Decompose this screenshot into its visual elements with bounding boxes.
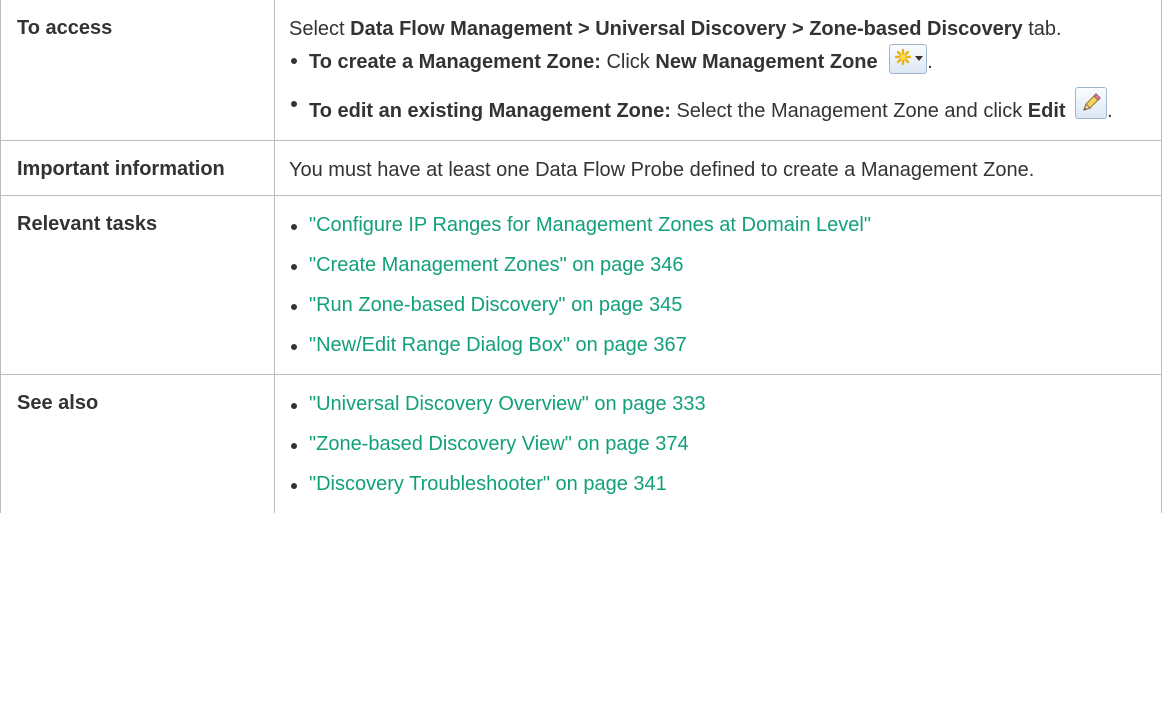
access-intro: Select Data Flow Management > Universal … — [289, 18, 1062, 40]
link-discovery-troubleshooter[interactable]: "Discovery Troubleshooter" on page 341 — [309, 473, 667, 495]
access-steps: To create a Management Zone: Click New M… — [289, 44, 1147, 126]
page: To access Select Data Flow Management > … — [0, 0, 1165, 713]
row-relevant-tasks: Relevant tasks "Configure IP Ranges for … — [0, 195, 1162, 375]
link-universal-discovery-overview[interactable]: "Universal Discovery Overview" on page 3… — [309, 393, 706, 415]
link-run-zone-based-discovery[interactable]: "Run Zone-based Discovery" on page 345 — [309, 294, 682, 316]
edit-label: Edit — [1027, 100, 1066, 122]
content-relevant-tasks: "Configure IP Ranges for Management Zone… — [274, 195, 1162, 375]
link-zone-based-discovery-view[interactable]: "Zone-based Discovery View" on page 374 — [309, 433, 689, 455]
chevron-down-icon — [915, 56, 924, 61]
content-important-information: You must have at least one Data Flow Pro… — [274, 140, 1162, 196]
new-management-zone-icon[interactable] — [889, 44, 928, 74]
step-edit-zone: To edit an existing Management Zone: Sel… — [289, 87, 1147, 126]
link-new-edit-range-dialog[interactable]: "New/Edit Range Dialog Box" on page 367 — [309, 334, 687, 356]
see-also-list: "Universal Discovery Overview" on page 3… — [289, 389, 1147, 499]
new-management-zone-label: New Management Zone — [655, 51, 878, 73]
relevant-tasks-list: "Configure IP Ranges for Management Zone… — [289, 210, 1147, 360]
list-item: "Create Management Zones" on page 346 — [289, 250, 1147, 280]
list-item: "Discovery Troubleshooter" on page 341 — [289, 469, 1147, 499]
label-relevant-tasks: Relevant tasks — [0, 195, 275, 375]
content-see-also: "Universal Discovery Overview" on page 3… — [274, 374, 1162, 513]
link-configure-ip-ranges[interactable]: "Configure IP Ranges for Management Zone… — [309, 214, 871, 236]
row-important-information: Important information You must have at l… — [0, 140, 1162, 196]
list-item: "Zone-based Discovery View" on page 374 — [289, 429, 1147, 459]
list-item: "Configure IP Ranges for Management Zone… — [289, 210, 1147, 240]
label-important-information: Important information — [0, 140, 275, 196]
link-create-management-zones[interactable]: "Create Management Zones" on page 346 — [309, 254, 683, 276]
row-see-also: See also "Universal Discovery Overview" … — [0, 374, 1162, 513]
label-to-access: To access — [0, 0, 275, 141]
list-item: "New/Edit Range Dialog Box" on page 367 — [289, 330, 1147, 360]
row-to-access: To access Select Data Flow Management > … — [0, 0, 1162, 141]
step-create-zone: To create a Management Zone: Click New M… — [289, 44, 1147, 77]
reference-table: To access Select Data Flow Management > … — [0, 0, 1162, 513]
edit-pencil-icon[interactable] — [1075, 87, 1108, 119]
list-item: "Run Zone-based Discovery" on page 345 — [289, 290, 1147, 320]
content-to-access: Select Data Flow Management > Universal … — [274, 0, 1162, 141]
label-see-also: See also — [0, 374, 275, 513]
menu-path: Data Flow Management > Universal Discove… — [350, 18, 1023, 40]
list-item: "Universal Discovery Overview" on page 3… — [289, 389, 1147, 419]
